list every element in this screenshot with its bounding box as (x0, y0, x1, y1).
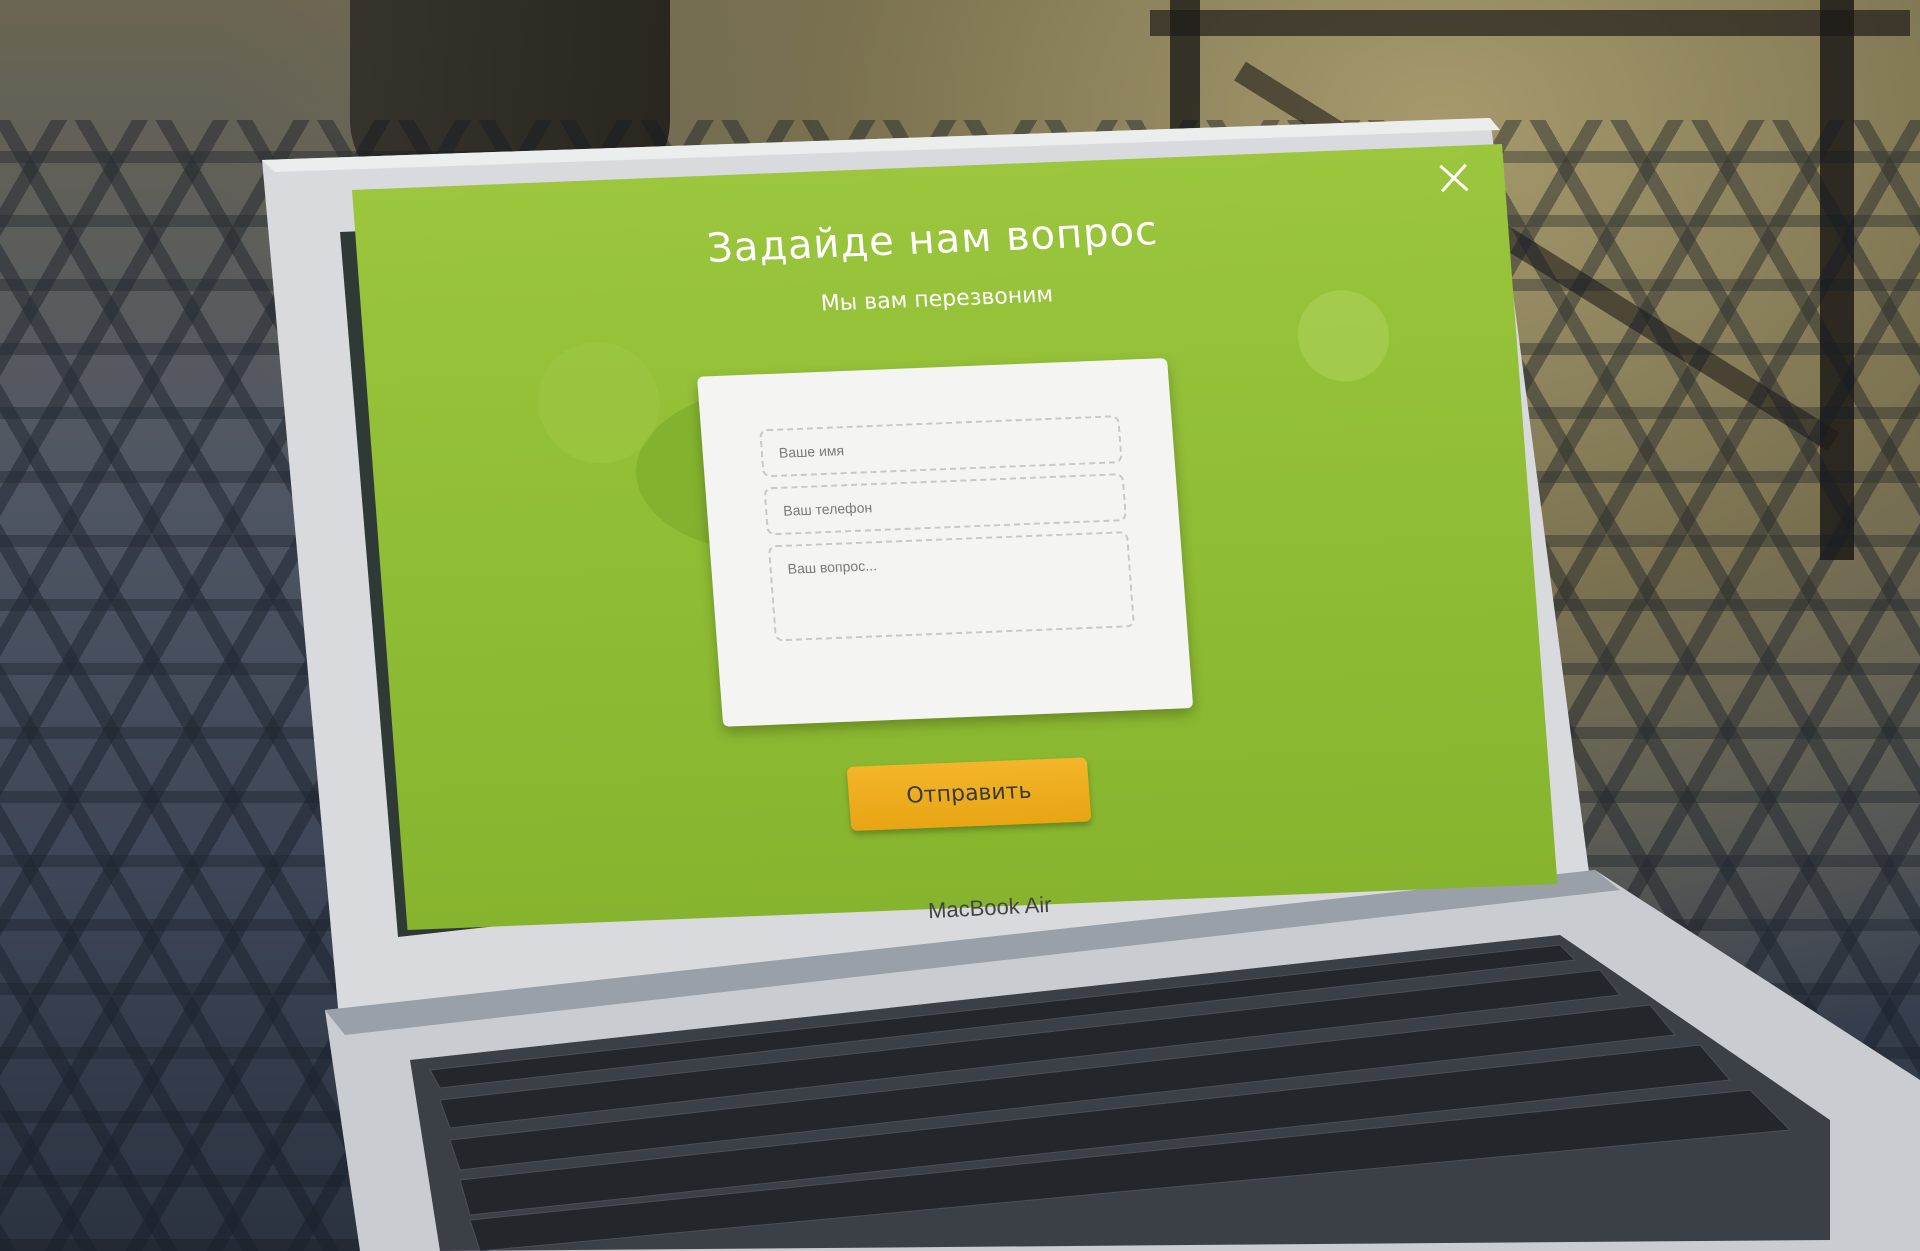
close-icon[interactable] (1433, 157, 1476, 199)
form-card: Ваше имя Ваш телефон Ваш вопрос... (697, 358, 1194, 727)
name-field[interactable]: Ваше имя (759, 415, 1123, 478)
photo-background: Задайде нам вопрос Мы вам перезвоним Ваш… (0, 0, 1920, 1251)
phone-field[interactable]: Ваш телефон (763, 473, 1128, 536)
submit-button[interactable]: Отправить (846, 757, 1092, 831)
screen-area: Задайде нам вопрос Мы вам перезвоним Ваш… (0, 0, 1920, 1251)
question-field[interactable]: Ваш вопрос... (767, 531, 1136, 642)
callback-modal: Задайде нам вопрос Мы вам перезвоним Ваш… (352, 144, 1558, 930)
